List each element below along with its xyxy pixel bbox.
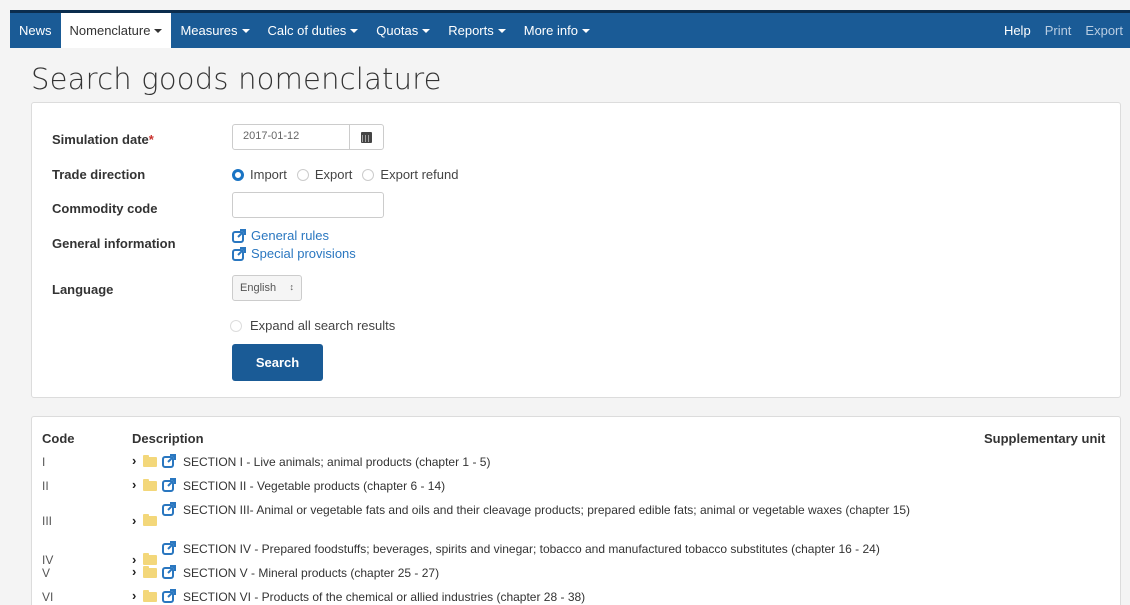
external-link-icon[interactable] [162,541,176,555]
language-select[interactable]: English ↕ [232,275,302,301]
row-code: IV [42,553,54,567]
nav-news-label: News [19,23,52,38]
special-provisions-link[interactable]: Special provisions [232,246,356,261]
expand-chevron-icon[interactable]: › [132,454,141,468]
caret-down-icon [422,28,431,33]
nav-quotas[interactable]: Quotas [367,13,439,48]
search-button[interactable]: Search [232,344,323,381]
row-description: › SECTION V - Mineral products (chapter 2… [132,565,972,581]
row-description-text[interactable]: SECTION III- Animal or vegetable fats an… [183,502,910,518]
nav-help[interactable]: Help [997,13,1038,48]
nav-calc-label: Calc of duties [267,23,347,38]
select-arrows-icon: ↕ [289,282,295,292]
expand-chevron-icon[interactable]: › [132,478,141,492]
row-description: › SECTION I - Live animals; animal produc… [132,454,972,470]
external-link-icon[interactable] [162,565,176,579]
main-navbar: News Nomenclature Measures Calc of dutie… [10,10,1130,48]
row-code: III [42,514,53,528]
external-link-icon[interactable] [162,589,176,603]
special-provisions-text: Special provisions [251,246,356,261]
nav-more-info[interactable]: More info [515,13,599,48]
commodity-code-label: Commodity code [52,201,158,216]
simulation-date-label: Simulation date* [52,132,154,147]
row-description: › SECTION II - Vegetable products (chapte… [132,478,972,494]
trade-direction-group: Import Export Export refund [232,167,468,182]
folder-icon [143,479,157,491]
calendar-icon [361,131,372,143]
radio-export[interactable] [296,168,309,181]
general-rules-link[interactable]: General rules [232,228,329,243]
radio-export-refund[interactable] [362,168,375,181]
nav-quotas-label: Quotas [376,23,419,38]
external-link-icon [232,246,246,261]
radio-export-refund-label[interactable]: Export refund [380,167,458,182]
radio-import-label[interactable]: Import [250,167,287,182]
simulation-date-text: Simulation date [52,132,149,147]
expand-all-label[interactable]: Expand all search results [250,318,395,333]
caret-down-icon [241,28,250,33]
nav-right-group: Help Print Export [997,13,1130,48]
language-value: English [240,282,277,294]
folder-icon [143,553,157,565]
general-information-label: General information [52,236,176,251]
caret-down-icon [581,28,590,33]
folder-icon [143,590,157,602]
row-description-text[interactable]: SECTION I - Live animals; animal product… [183,454,490,470]
nav-reports-label: Reports [448,23,494,38]
expand-chevron-icon[interactable]: › [132,589,141,603]
row-description-text[interactable]: SECTION VI - Products of the chemical or… [183,589,585,605]
external-link-icon[interactable] [162,502,176,516]
row-description-text[interactable]: SECTION IV - Prepared foodstuffs; bevera… [183,541,880,557]
results-panel: Code Description Supplementary unit I › SE… [31,416,1121,605]
language-label: Language [52,282,114,297]
row-description-text[interactable]: SECTION V - Mineral products (chapter 25… [183,565,439,581]
nav-export[interactable]: Export [1078,13,1130,48]
caret-down-icon [350,28,359,33]
folder-icon [143,455,157,467]
header-description: Description [132,431,204,446]
commodity-code-input[interactable] [232,192,384,218]
required-marker: * [148,132,154,147]
expand-all-row: Expand all search results [230,318,395,333]
folder-icon [143,566,157,578]
nav-nomenclature[interactable]: Nomenclature [60,13,172,48]
row-code: V [42,566,51,580]
external-link-icon[interactable] [162,478,176,492]
external-link-icon [232,228,246,243]
nav-nomenclature-label: Nomenclature [69,23,151,38]
calendar-button[interactable] [349,125,383,149]
row-description-text[interactable]: SECTION II - Vegetable products (chapter… [183,478,445,494]
radio-import[interactable] [232,168,244,181]
expand-all-checkbox[interactable] [230,319,242,332]
nav-news[interactable]: News [10,13,61,48]
page-title: Search goods nomenclature [31,62,442,96]
simulation-date-value: 2017-01-12 [243,130,300,142]
nav-calc-of-duties[interactable]: Calc of duties [259,13,368,48]
general-rules-text: General rules [251,228,330,243]
expand-chevron-icon[interactable]: › [132,514,141,528]
nav-reports[interactable]: Reports [439,13,515,48]
caret-down-icon [154,28,163,33]
caret-down-icon [497,28,506,33]
search-form-panel: Simulation date* 2017-01-12 Trade direct… [31,102,1121,398]
nav-measures[interactable]: Measures [171,13,258,48]
trade-direction-label: Trade direction [52,167,146,182]
radio-export-label[interactable]: Export [315,167,353,182]
header-supplementary-unit: Supplementary unit [984,431,1106,446]
row-description: › SECTION IV - Prepared foodstuffs; bever… [132,541,972,567]
top-margin [0,0,1130,10]
row-description: › SECTION III- Animal or vegetable fats a… [132,502,972,528]
header-code: Code [42,431,75,446]
row-code: VI [42,590,54,604]
folder-icon [143,514,157,526]
nav-print[interactable]: Print [1038,13,1079,48]
row-code: I [42,455,46,469]
expand-chevron-icon[interactable]: › [132,565,141,579]
nav-more-info-label: More info [523,23,578,38]
external-link-icon[interactable] [162,454,176,468]
simulation-date-field[interactable]: 2017-01-12 [232,124,384,150]
row-code: II [42,479,49,493]
row-description: › SECTION VI - Products of the chemical o… [132,589,972,605]
nav-measures-label: Measures [180,23,238,38]
